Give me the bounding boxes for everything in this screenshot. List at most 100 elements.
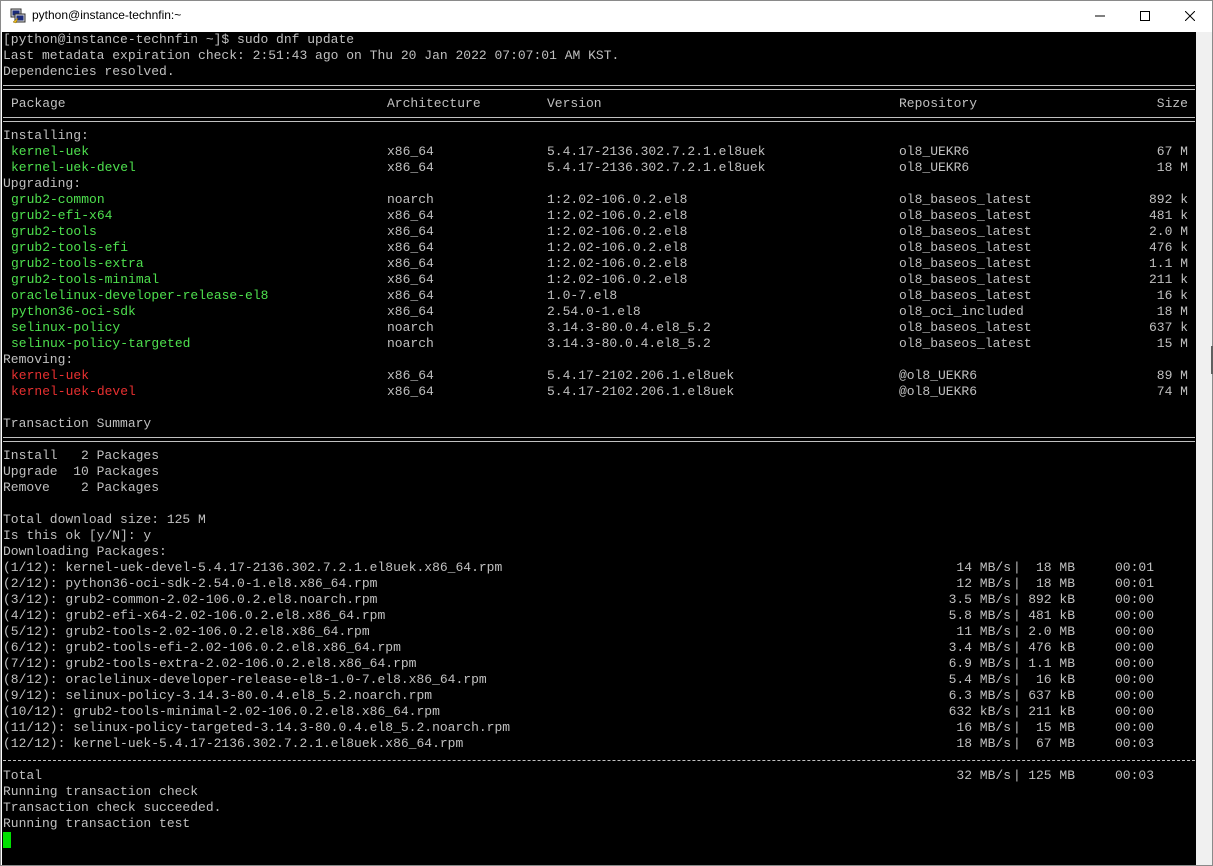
package-repo: ol8_baseos_latest [899,336,1032,351]
separator-line [3,437,1195,442]
package-version: 5.4.17-2102.206.1.el8uek [547,368,735,383]
download-size: 15 MB [1035,720,1075,735]
putty-icon[interactable] [10,8,26,24]
package-size: 15 M [1156,336,1188,351]
separator-line [3,85,1195,90]
download-row: (10/12): grub2-tools-minimal-2.02-106.0.… [3,704,1195,720]
minimize-icon [1095,15,1105,17]
download-size: 637 kB [1028,688,1075,703]
table-row: kernel-uek-devel x86_64 5.4.17-2102.206.… [3,384,1195,400]
download-size: 18 MB [1035,576,1075,591]
package-repo: @ol8_UEKR6 [899,368,978,383]
download-size: 18 MB [1035,560,1075,575]
total-time: 00:03 [1115,768,1155,783]
package-size: 476 k [1148,240,1188,255]
package-version: 1:2.02-106.0.2.el8 [547,240,688,255]
terminal-line: Running transaction test [3,816,191,831]
package-size: 89 M [1156,368,1188,383]
summary-title: Transaction Summary [3,416,152,431]
close-button[interactable] [1167,1,1213,31]
download-speed: 14 MB/s [956,560,1011,575]
package-version: 1.0-7.el8 [547,288,618,303]
package-repo: ol8_baseos_latest [899,272,1032,287]
column-header-architecture: Architecture [387,96,481,111]
package-name: kernel-uek-devel [11,384,136,399]
download-divider: | [1013,768,1021,783]
total-speed: 32 MB/s [956,768,1011,783]
download-row: (9/12): selinux-policy-3.14.3-80.0.4.el8… [3,688,1195,704]
package-arch: x86_64 [387,288,434,303]
package-size: 2.0 M [1148,224,1188,239]
package-name: grub2-efi-x64 [11,208,113,223]
package-arch: x86_64 [387,384,434,399]
terminal-cursor [3,832,11,848]
package-size: 637 k [1148,320,1188,335]
package-repo: ol8_baseos_latest [899,240,1032,255]
package-arch: noarch [387,336,434,351]
total-size: 125 MB [1028,768,1075,783]
package-arch: noarch [387,192,434,207]
download-size: 211 kB [1028,704,1075,719]
download-divider: | [1013,608,1021,623]
download-row: (8/12): oraclelinux-developer-release-el… [3,672,1195,688]
package-name: grub2-tools-minimal [11,272,160,287]
package-name: grub2-tools-efi [11,240,129,255]
package-repo: ol8_baseos_latest [899,224,1032,239]
summary-install: Install 2 Packages [3,448,160,463]
package-repo: ol8_oci_included [899,304,1024,319]
table-row: grub2-tools x86_64 1:2.02-106.0.2.el8 ol… [3,224,1195,240]
download-divider: | [1013,640,1021,655]
download-time: 00:00 [1115,592,1155,607]
package-name: selinux-policy [11,320,121,335]
terminal-output[interactable]: [python@instance-technfin ~]$ sudo dnf u… [2,32,1196,865]
package-name: kernel-uek-devel [11,160,136,175]
command-line: [python@instance-technfin ~]$ sudo dnf u… [3,32,355,47]
package-version: 5.4.17-2102.206.1.el8uek [547,384,735,399]
download-time: 00:00 [1115,720,1155,735]
package-name: oraclelinux-developer-release-el8 [11,288,269,303]
package-name: grub2-common [11,192,105,207]
download-speed: 11 MB/s [956,624,1011,639]
download-size: 2.0 MB [1028,624,1075,639]
column-header-version: Version [547,96,602,111]
package-size: 481 k [1148,208,1188,223]
download-total-row: Total 32 MB/s | 125 MB 00:03 [3,768,1195,784]
download-row: (2/12): python36-oci-sdk-2.54.0-1.el8.x8… [3,576,1195,592]
download-file: (9/12): selinux-policy-3.14.3-80.0.4.el8… [3,688,433,703]
package-arch: x86_64 [387,240,434,255]
minimize-button[interactable] [1077,1,1123,31]
table-row: kernel-uek-devel x86_64 5.4.17-2136.302.… [3,160,1195,176]
separator-line [3,760,1195,762]
download-row: (7/12): grub2-tools-extra-2.02-106.0.2.e… [3,656,1195,672]
download-row: (11/12): selinux-policy-targeted-3.14.3-… [3,720,1195,736]
download-row: (5/12): grub2-tools-2.02-106.0.2.el8.x86… [3,624,1195,640]
package-arch: x86_64 [387,224,434,239]
window-title: python@instance-technfin:~ [32,8,182,22]
package-size: 67 M [1156,144,1188,159]
section-label-removing: Removing: [3,352,74,367]
package-repo: ol8_baseos_latest [899,192,1032,207]
download-divider: | [1013,704,1021,719]
vertical-scrollbar[interactable] [1196,32,1212,865]
download-divider: | [1013,656,1021,671]
download-row: (12/12): kernel-uek-5.4.17-2136.302.7.2.… [3,736,1195,752]
download-divider: | [1013,576,1021,591]
download-file: (1/12): kernel-uek-devel-5.4.17-2136.302… [3,560,503,575]
package-size: 16 k [1156,288,1188,303]
download-speed: 3.5 MB/s [948,592,1011,607]
maximize-button[interactable] [1122,1,1168,31]
package-version: 1:2.02-106.0.2.el8 [547,192,688,207]
package-arch: noarch [387,320,434,335]
title-bar[interactable]: python@instance-technfin:~ [1,1,1212,32]
package-version: 1:2.02-106.0.2.el8 [547,208,688,223]
package-size: 74 M [1156,384,1188,399]
package-version: 1:2.02-106.0.2.el8 [547,256,688,271]
download-file: (10/12): grub2-tools-minimal-2.02-106.0.… [3,704,440,719]
download-time: 00:00 [1115,704,1155,719]
terminal-line: Dependencies resolved. [3,64,175,79]
download-file: (5/12): grub2-tools-2.02-106.0.2.el8.x86… [3,624,370,639]
download-size: 476 kB [1028,640,1075,655]
download-time: 00:00 [1115,608,1155,623]
terminal-line: Transaction check succeeded. [3,800,222,815]
download-row: (4/12): grub2-efi-x64-2.02-106.0.2.el8.x… [3,608,1195,624]
